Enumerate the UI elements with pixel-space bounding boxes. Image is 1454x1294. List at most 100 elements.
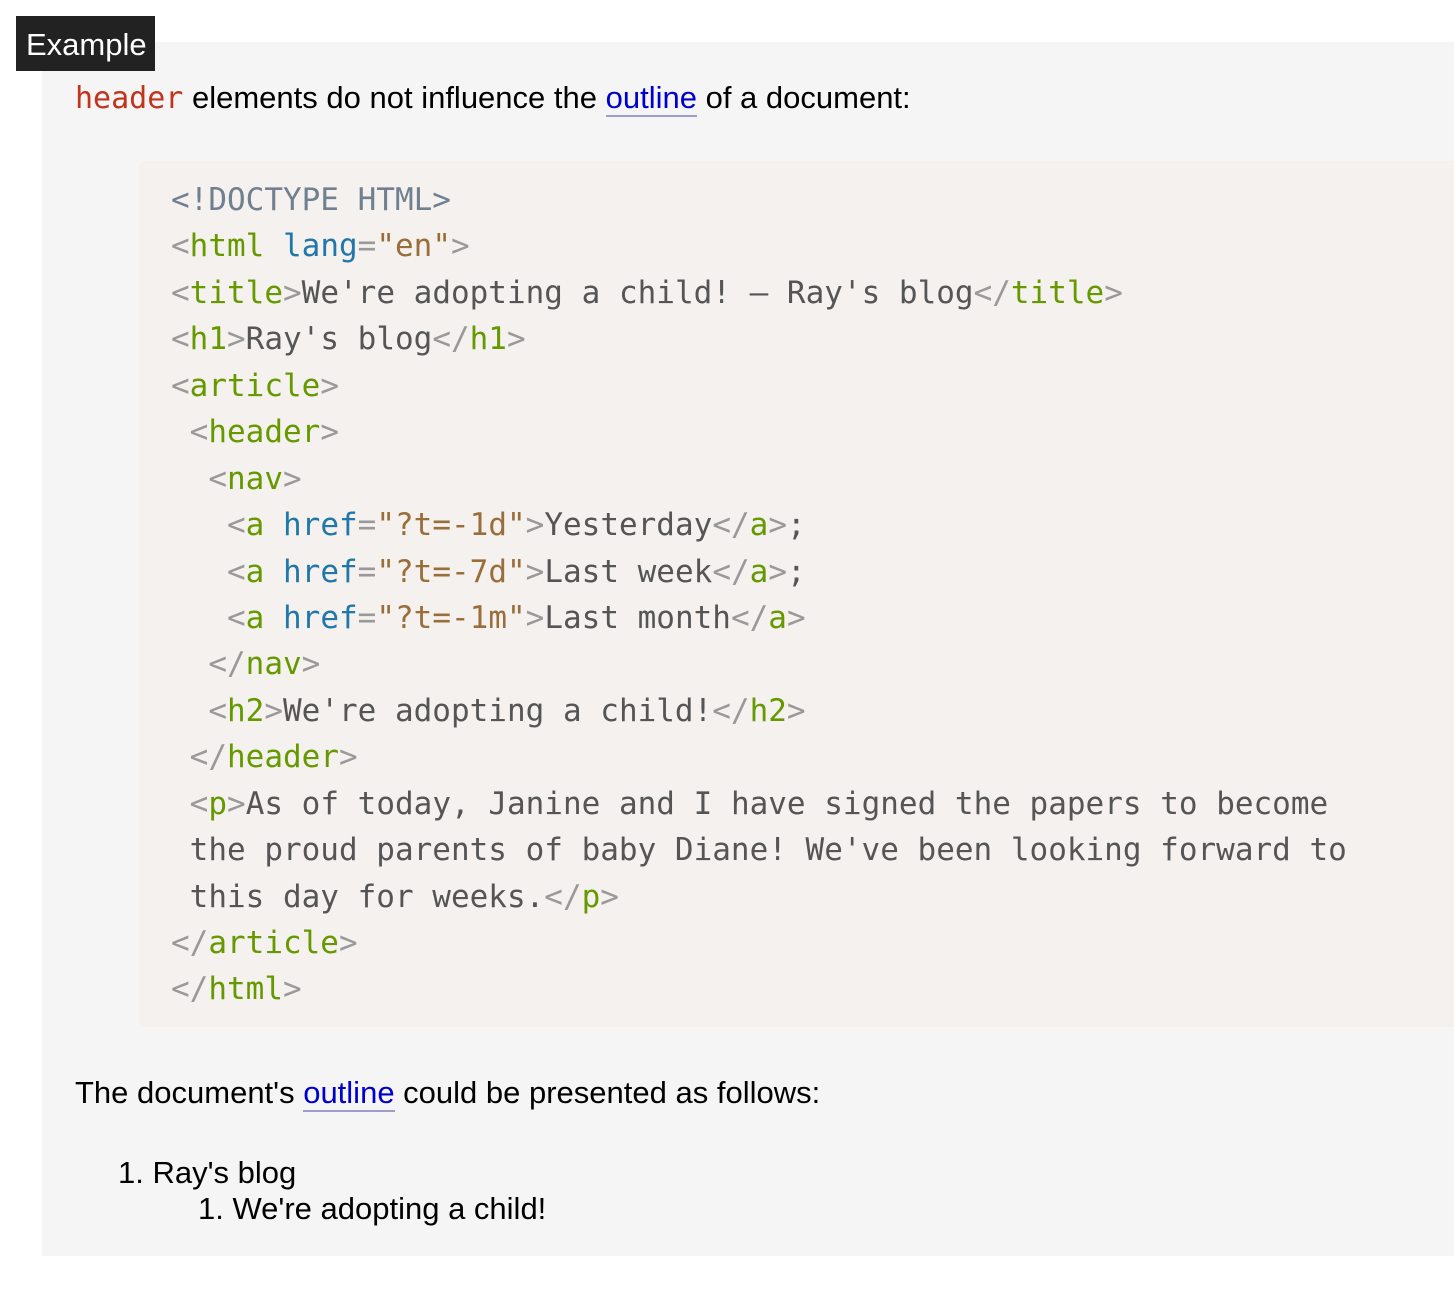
code-token: "en" bbox=[376, 228, 451, 265]
code-token: < bbox=[171, 228, 190, 265]
code-token: </ bbox=[712, 553, 750, 590]
intro-paragraph: header elements do not influence the out… bbox=[75, 78, 911, 119]
outline-item-label: Ray's blog bbox=[152, 1155, 297, 1190]
outline-subitem-number: 1. bbox=[198, 1191, 224, 1226]
code-token: Last month bbox=[544, 599, 731, 636]
code-token: ; bbox=[786, 553, 806, 590]
code-token: = bbox=[357, 228, 377, 265]
code-token: header bbox=[208, 414, 321, 451]
code-token: = bbox=[357, 507, 377, 544]
code-token: > bbox=[525, 599, 545, 636]
code-token: < bbox=[189, 785, 209, 822]
code-token: < bbox=[227, 507, 246, 544]
code-token: h2 bbox=[749, 692, 787, 729]
code-line: <title>We're adopting a child! — Ray's b… bbox=[171, 270, 1347, 316]
code-token: title bbox=[1010, 274, 1105, 311]
code-token: a bbox=[245, 507, 265, 544]
code-token: a bbox=[245, 599, 265, 636]
code-token: p bbox=[581, 878, 601, 915]
code-token: a bbox=[245, 553, 265, 590]
outline-intro-text-after: could be presented as follows: bbox=[394, 1075, 821, 1110]
code-token: > bbox=[338, 739, 358, 776]
code-line: <p>As of today, Janine and I have signed… bbox=[171, 781, 1347, 827]
header-code-word: header bbox=[75, 81, 184, 116]
code-token: h2 bbox=[227, 692, 265, 729]
code-token: < bbox=[227, 553, 246, 590]
code-token: </ bbox=[432, 321, 470, 358]
intro-text-before: elements do not influence the bbox=[183, 80, 606, 115]
code-block: <!DOCTYPE HTML> <html lang="en"> <title>We… bbox=[139, 161, 1454, 1027]
code-token: </ bbox=[171, 925, 209, 961]
code-token: We're adopting a child! — Ray's blog bbox=[301, 274, 974, 311]
code-token: "?t=-7d" bbox=[376, 553, 526, 590]
code-line: the proud parents of baby Diane! We've b… bbox=[171, 827, 1347, 873]
code-token: html bbox=[189, 228, 265, 265]
intro-text-after: of a document: bbox=[696, 80, 911, 115]
code-line: <h2>We're adopting a child!</h2> bbox=[171, 688, 1347, 734]
code-token: </ bbox=[730, 599, 769, 636]
code-token: </ bbox=[712, 692, 750, 729]
code-token: As of today, Janine and I have signed th… bbox=[245, 785, 1329, 822]
code-line: <a href="?t=-1d">Yesterday</a>; bbox=[171, 502, 1347, 548]
code-token: > bbox=[227, 321, 246, 358]
code-token: a bbox=[749, 507, 769, 544]
outline-link-2[interactable]: outline bbox=[303, 1075, 395, 1112]
code-token: h1 bbox=[469, 321, 507, 358]
code-token: > bbox=[227, 785, 246, 822]
code-token: < bbox=[227, 599, 246, 636]
code-token: nav bbox=[227, 460, 283, 497]
code-token: </ bbox=[171, 971, 209, 1008]
code-token: > bbox=[786, 692, 806, 729]
code-token: a bbox=[768, 599, 787, 636]
code-token: > bbox=[320, 414, 339, 451]
code-line: <!DOCTYPE HTML> bbox=[171, 177, 1347, 223]
example-label: Example bbox=[16, 16, 155, 71]
code-token: > bbox=[264, 692, 283, 729]
code-token: > bbox=[450, 228, 470, 265]
outline-item-number: 1. bbox=[118, 1155, 144, 1190]
code-token: < bbox=[171, 321, 190, 358]
code-token: a bbox=[749, 553, 769, 590]
outline-link[interactable]: outline bbox=[605, 80, 697, 117]
code-line: <article> bbox=[171, 363, 1347, 409]
code-token: </ bbox=[189, 739, 227, 776]
code-token: </ bbox=[544, 878, 582, 915]
code-token: lang bbox=[283, 228, 358, 265]
code-token: > bbox=[768, 553, 787, 590]
code-token: < bbox=[208, 460, 227, 497]
code-line: </article> bbox=[171, 920, 1347, 966]
code-token: href bbox=[283, 507, 358, 544]
code-token: < bbox=[208, 692, 227, 729]
code-token: h1 bbox=[189, 321, 227, 358]
code-token: header bbox=[227, 739, 339, 776]
code-line: </html> bbox=[171, 966, 1347, 1012]
code-line: <h1>Ray's blog</h1> bbox=[171, 316, 1347, 362]
code-token: Yesterday bbox=[544, 507, 713, 544]
code-line: <header> bbox=[171, 409, 1347, 455]
code-token: > bbox=[283, 460, 302, 497]
code-token: < bbox=[189, 414, 209, 451]
code-token: </ bbox=[208, 646, 246, 683]
code-token: > bbox=[301, 646, 321, 683]
code-token: nav bbox=[245, 646, 302, 683]
code-line: <a href="?t=-1m">Last month</a> bbox=[171, 595, 1347, 641]
code-token: > bbox=[338, 925, 358, 961]
outline-item-adopting: 1. We're adopting a child! bbox=[198, 1191, 546, 1227]
code-token: < bbox=[171, 274, 190, 311]
outline-item-rays-blog: 1. Ray's blog 1. We're adopting a child! bbox=[118, 1155, 546, 1226]
code-token: > bbox=[1104, 274, 1123, 311]
code-listing: <!DOCTYPE HTML> <html lang="en"> <title>We… bbox=[171, 177, 1347, 1013]
code-token: p bbox=[208, 785, 228, 822]
code-token: < bbox=[171, 367, 190, 404]
code-token: </ bbox=[712, 507, 750, 544]
code-token: > bbox=[283, 274, 302, 311]
